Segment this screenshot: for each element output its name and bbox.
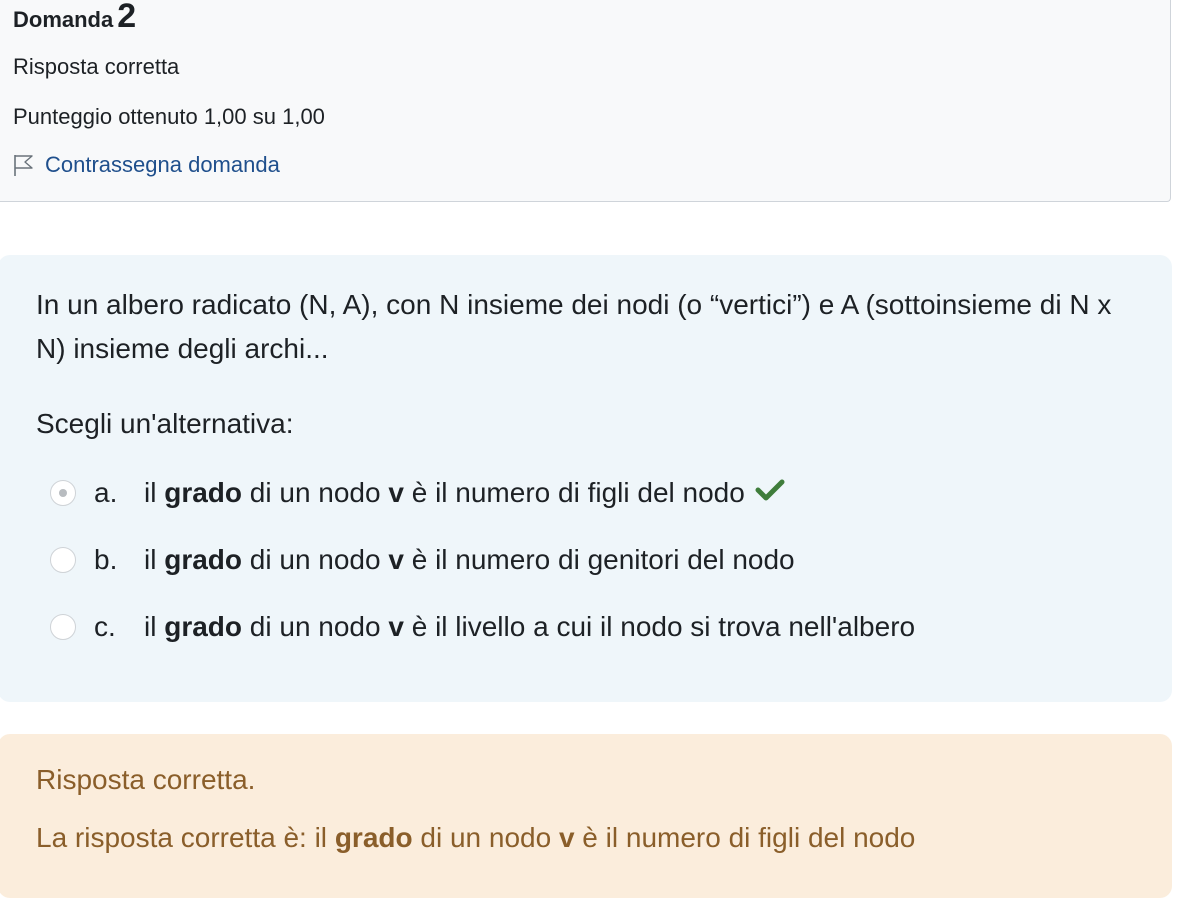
answer-text: il grado di un nodo v è il numero di gen… <box>144 544 795 575</box>
question-number: 2 <box>117 0 137 35</box>
correct-answer-feedback: La risposta corretta è: il grado di un n… <box>36 822 916 853</box>
radio-icon[interactable] <box>50 547 76 573</box>
question-state: Risposta corretta <box>13 54 180 79</box>
check-icon <box>755 477 785 509</box>
answer-text: il grado di un nodo v è il numero di fig… <box>144 477 745 508</box>
answer-option-a[interactable]: a. il grado di un nodo v è il numero di … <box>50 477 785 509</box>
question-content: In un albero radicato (N, A), con N insi… <box>0 255 1172 702</box>
radio-icon[interactable] <box>50 614 76 640</box>
question-title: Domanda 2 <box>13 0 136 34</box>
answer-letter: b. <box>94 544 118 575</box>
answer-text: il grado di un nodo v è il livello a cui… <box>144 611 916 642</box>
answer-letter: a. <box>94 477 118 508</box>
question-grade: Punteggio ottenuto 1,00 su 1,00 <box>13 104 325 129</box>
flag-question-label: Contrassegna domanda <box>45 152 280 177</box>
flag-icon <box>13 153 35 177</box>
answer-option-c[interactable]: c. il grado di un nodo v è il livello a … <box>50 611 915 643</box>
question-text: In un albero radicato (N, A), con N insi… <box>36 289 1112 364</box>
radio-icon[interactable] <box>50 480 76 506</box>
question-info-panel: Domanda 2 Risposta corretta Punteggio ott… <box>0 0 1171 202</box>
flag-question-link[interactable]: Contrassegna domanda <box>13 152 280 178</box>
question-label: Domanda <box>13 7 114 32</box>
answer-prompt: Scegli un'alternativa: <box>36 408 294 439</box>
answer-option-b[interactable]: b. il grado di un nodo v è il numero di … <box>50 544 795 576</box>
feedback-panel: Risposta corretta. La risposta corretta … <box>0 734 1172 898</box>
answer-letter: c. <box>94 611 116 642</box>
feedback-status: Risposta corretta. <box>36 764 256 795</box>
